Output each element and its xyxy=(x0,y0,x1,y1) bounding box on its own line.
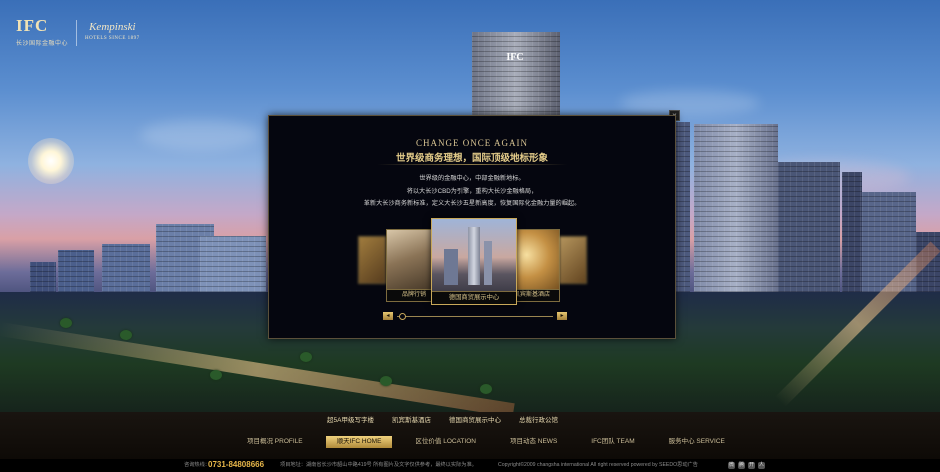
tree xyxy=(210,370,222,380)
tree xyxy=(480,384,492,394)
tencent-weibo-icon[interactable]: 腾 xyxy=(738,462,745,469)
ifc-tower-sign: IFC xyxy=(506,52,524,63)
carousel-slider: ◂ ▸ xyxy=(383,312,567,322)
carousel-image xyxy=(560,237,586,283)
tower-illustration xyxy=(468,227,480,285)
subnav-office[interactable]: 超5A甲级写字楼 xyxy=(318,416,383,426)
weibo-icon[interactable]: 微 xyxy=(728,462,735,469)
slider-track[interactable] xyxy=(397,316,553,317)
site-logo[interactable]: IFC 长沙国际金融中心 Kempinski HOTELS SINCE 1897 xyxy=(16,16,140,47)
cloud xyxy=(620,90,760,116)
tree xyxy=(120,330,132,340)
nav-location[interactable]: 区位价值 LOCATION xyxy=(404,436,487,448)
sun-glow xyxy=(28,138,74,184)
kempinski-logo-text: Kempinski xyxy=(89,20,136,33)
sub-navigation: 超5A甲级写字楼 凯宾斯基酒店 德国商贸展示中心 总裁行政公馆 xyxy=(318,416,567,426)
footer-address: 项目地址：湖南省长沙市韶山中路419号 所有图片及文字仅供参考，最终以实际为准。 xyxy=(280,462,477,468)
ifc-logo-text: IFC xyxy=(16,16,49,35)
modal-divider xyxy=(377,164,567,165)
tower-illustration xyxy=(484,241,492,285)
subnav-residence[interactable]: 总裁行政公馆 xyxy=(510,416,567,426)
carousel-caption: 德国商贸展示中心 xyxy=(432,291,516,304)
building xyxy=(842,172,862,312)
carousel-thumb[interactable] xyxy=(358,236,386,284)
carousel-next-button[interactable]: ▸ xyxy=(557,312,567,320)
kaixin-icon[interactable]: 开 xyxy=(748,462,755,469)
nav-team[interactable]: IFC团队 TEAM xyxy=(580,436,645,448)
carousel-thumb[interactable] xyxy=(559,236,587,284)
nav-news[interactable]: 项目动态 NEWS xyxy=(499,436,568,448)
slider-knob[interactable] xyxy=(399,313,406,320)
ifc-logo: IFC 长沙国际金融中心 xyxy=(16,16,69,47)
building xyxy=(694,124,778,312)
intro-modal: CHANGE ONCE AGAIN 世界级商务理想，国际顶级地标形象 世界级的金… xyxy=(268,115,676,339)
main-navigation: 项目概况 PROFILE 顺天IFC HOME 区位价值 LOCATION 项目… xyxy=(236,436,748,448)
carousel-thumb-active[interactable]: 德国商贸展示中心 xyxy=(431,218,517,305)
modal-body-line: 世界级的金融中心，中部金融新地标。 xyxy=(419,175,525,182)
nav-home[interactable]: 顺天IFC HOME xyxy=(325,436,393,448)
modal-body: 世界级的金融中心，中部金融新地标。 将以大长沙CBD为引擎，重构大长沙金融格局，… xyxy=(269,173,675,211)
modal-body-line: 将以大长沙CBD为引擎，重构大长沙金融格局， xyxy=(406,187,538,195)
modal-title: 世界级商务理想，国际顶级地标形象 xyxy=(395,153,548,164)
footer-copyright: Copyright©2009 changsha international Al… xyxy=(498,462,698,468)
subnav-exhibition[interactable]: 德国商贸展示中心 xyxy=(440,416,510,426)
subnav-hotel[interactable]: 凯宾斯基酒店 xyxy=(383,416,440,426)
tower-illustration xyxy=(444,249,458,285)
social-icons: 微 腾 开 人 xyxy=(728,462,765,469)
building xyxy=(778,162,840,312)
nav-service[interactable]: 服务中心 SERVICE xyxy=(658,436,736,448)
modal-eyebrow: CHANGE ONCE AGAIN xyxy=(416,138,528,148)
tree xyxy=(60,318,72,328)
cloud xyxy=(140,120,260,150)
logo-divider xyxy=(76,19,78,46)
tree xyxy=(300,352,312,362)
kempinski-logo-subtitle: HOTELS SINCE 1897 xyxy=(85,35,140,41)
image-carousel: 品牌行销 凯宾斯基酒店 德国商贸展示中心 xyxy=(354,217,590,305)
renren-icon[interactable]: 人 xyxy=(758,462,765,469)
nav-profile[interactable]: 项目概况 PROFILE xyxy=(236,436,314,448)
tree xyxy=(380,376,392,386)
kempinski-logo: Kempinski HOTELS SINCE 1897 xyxy=(85,20,140,44)
hotline-phone: 0731-84808666 xyxy=(208,460,265,469)
footer: 咨询热线： 0731-84808666 项目地址：湖南省长沙市韶山中路419号 … xyxy=(0,459,940,472)
bottom-navigation: 超5A甲级写字楼 凯宾斯基酒店 德国商贸展示中心 总裁行政公馆 项目概况 PRO… xyxy=(0,412,940,459)
modal-body-line: 革新大长沙商务新标准，定义大长沙五星新高度，恢复国际化金融力量的崛起。 xyxy=(363,200,581,207)
hotline-label: 咨询热线： xyxy=(184,462,210,468)
carousel-prev-button[interactable]: ◂ xyxy=(383,312,393,320)
carousel-image xyxy=(359,237,385,283)
ifc-logo-subtitle: 长沙国际金融中心 xyxy=(16,41,69,47)
